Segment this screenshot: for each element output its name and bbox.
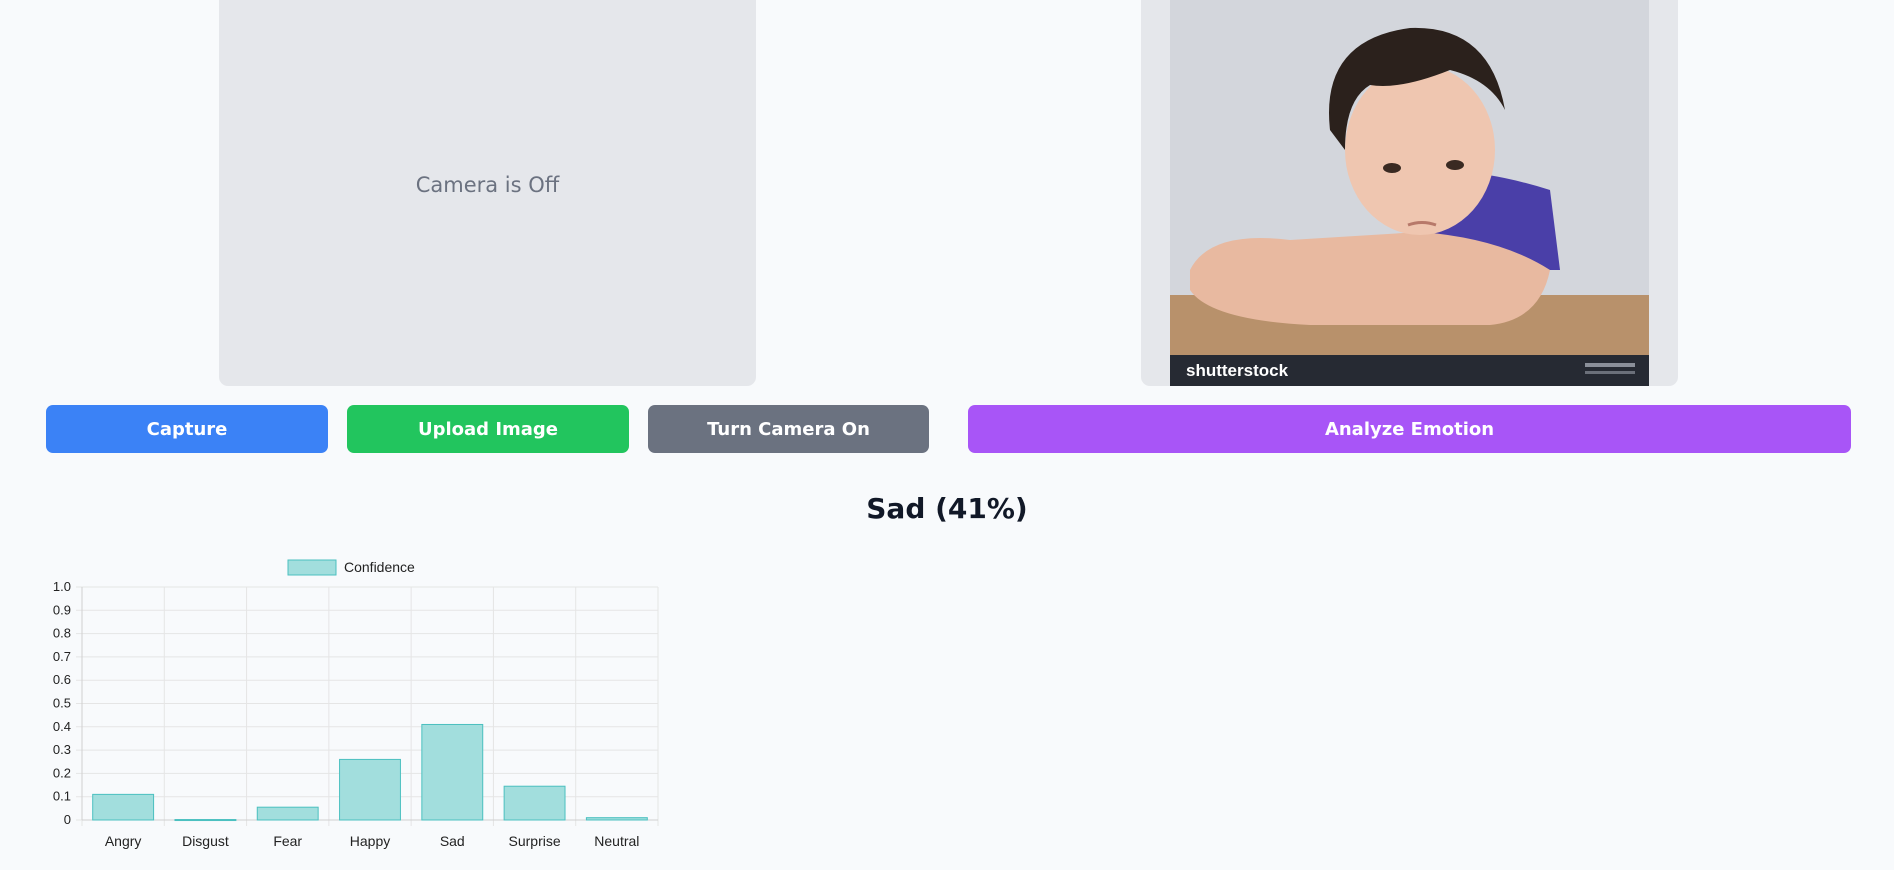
y-tick-label: 0 [64,812,71,827]
legend-swatch [287,559,337,576]
y-tick-label: 0.3 [53,742,71,757]
bar-surprise [503,785,566,821]
y-tick-label: 0.4 [53,719,71,734]
turn-camera-on-button[interactable]: Turn Camera On [648,405,929,453]
x-tick-label: Fear [273,833,302,849]
x-tick-label: Disgust [182,833,229,849]
emotion-result: Sad (41%) [866,492,1028,525]
y-tick-label: 0.6 [53,672,71,687]
confidence-bar-chart: 0 0.1 0.2 0.3 0.4 0.5 0.6 0.7 0.8 0.9 1.0 Angry Disg… [53,559,659,849]
x-tick-label: Angry [105,833,142,849]
y-tick-label: 0.5 [53,696,71,711]
capture-button[interactable]: Capture [46,405,328,453]
legend-label: Confidence [344,559,415,575]
watermark-logo: shutterstock [1186,361,1289,380]
bar-happy [339,758,401,821]
upload-image-button[interactable]: Upload Image [347,405,629,453]
y-tick-label: 0.9 [53,602,71,617]
x-tick-label: Sad [440,833,465,849]
y-tick-label: 0.7 [53,649,71,664]
bar-disgust [174,819,237,822]
confidence-chart: 0 0.1 0.2 0.3 0.4 0.5 0.6 0.7 0.8 0.9 1.0 Angry Disg… [30,552,670,862]
bar-sad [421,723,484,821]
x-tick-label: Happy [350,833,390,849]
bar-fear [256,806,319,821]
image-preview: shutterstock [1141,0,1678,386]
y-tick-label: 0.8 [53,626,71,641]
x-tick-label: Neutral [594,833,639,849]
bar-neutral [585,817,648,821]
y-tick-label: 0.1 [53,789,71,804]
camera-status-text: Camera is Off [415,173,560,197]
y-tick-label: 0.2 [53,765,71,780]
bar-angry [92,793,155,821]
y-tick-label: 1.0 [53,579,71,594]
analyze-emotion-button[interactable]: Analyze Emotion [968,405,1851,453]
uploaded-photo: shutterstock [1170,0,1649,386]
x-tick-label: Surprise [509,833,561,849]
camera-preview: Camera is Off [219,0,756,386]
